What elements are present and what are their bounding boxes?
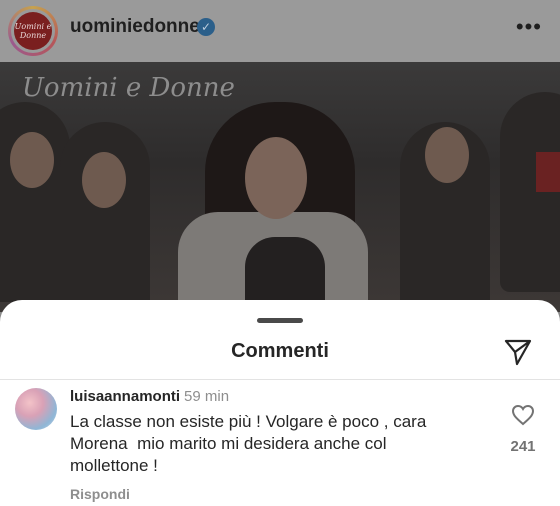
avatar-logo: Uomini e Donne xyxy=(14,12,52,50)
heart-icon[interactable] xyxy=(511,404,535,426)
reply-button[interactable]: Rispondi xyxy=(70,486,130,502)
sheet-grabber[interactable] xyxy=(257,318,303,323)
comment-username-text[interactable]: luisaannamonti xyxy=(70,388,180,405)
more-dots-icon[interactable]: ••• xyxy=(516,14,542,40)
comment-time: 59 min xyxy=(184,388,230,405)
divider xyxy=(0,379,560,380)
comments-sheet: Commenti luisaannamonti 59 min La classe … xyxy=(0,300,560,506)
verified-badge-icon: ✓ xyxy=(197,18,215,36)
sheet-title: Commenti xyxy=(231,340,329,362)
profile-username[interactable]: uominiedonne xyxy=(70,16,200,38)
show-logo: Uomini e Donne xyxy=(22,73,235,103)
send-icon[interactable] xyxy=(503,337,533,367)
comment-text: La classe non esiste più ! Volgare è poc… xyxy=(70,412,427,475)
post-header: Uomini e Donne uominiedonne ✓ ••• xyxy=(0,0,560,62)
post-image: Uomini e Donne xyxy=(0,62,560,312)
comment-username[interactable]: luisaannamonti 59 min xyxy=(70,388,229,405)
like-count: 241 xyxy=(510,438,536,455)
commenter-avatar[interactable] xyxy=(15,388,57,430)
profile-avatar[interactable]: Uomini e Donne xyxy=(8,6,58,56)
